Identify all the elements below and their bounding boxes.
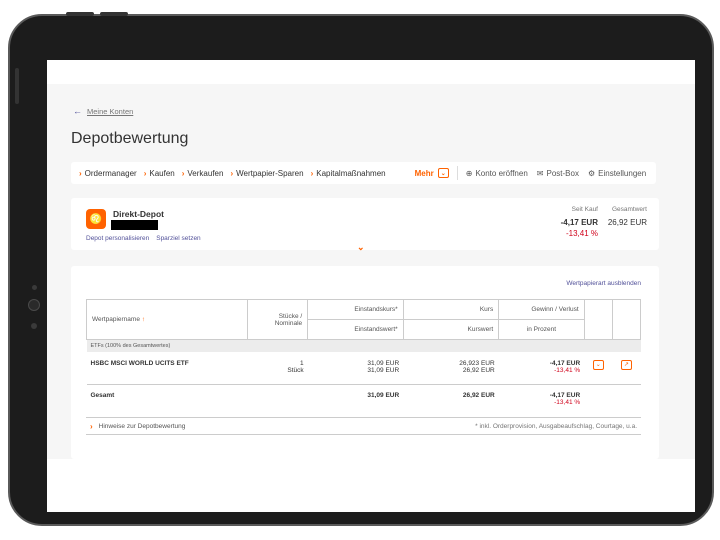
depot-links: Depot personalisieren Sparziel setzen	[86, 235, 201, 242]
qty-unit: Stück	[287, 366, 304, 374]
table-row[interactable]: HSBC MSCI WORLD UCITS ETF 1 Stück 31,09 …	[87, 352, 641, 385]
total-einstandswert: 31,09 EUR	[307, 384, 404, 419]
gesamtwert-value: 26,92 EUR	[607, 218, 647, 227]
nav-item-wertpapier-sparen[interactable]: › Wertpapier-Sparen	[230, 169, 303, 178]
screen: ← Meine Konten Depotbewertung › Orderman…	[47, 60, 695, 512]
chevron-down-icon: ⌄	[437, 168, 449, 178]
nav-item-kapitalmassnahmen[interactable]: › Kapitalmaßnahmen	[311, 169, 386, 178]
chevron-right-icon: ›	[310, 168, 314, 178]
back-link[interactable]: ← Meine Konten	[73, 106, 133, 116]
seit-kauf-value: -4,17 EUR	[560, 218, 598, 227]
chevron-right-icon: ›	[181, 168, 185, 178]
security-name[interactable]: HSBC MSCI WORLD UCITS ETF	[87, 352, 248, 385]
kurswert-value: 26,92 EUR	[462, 366, 495, 374]
depot-personalisieren-link[interactable]: Depot personalisieren	[86, 235, 149, 242]
plus-circle-icon: ⊕	[465, 168, 473, 178]
nav-item-kaufen[interactable]: › Kaufen	[144, 169, 175, 178]
chevron-right-icon: ›	[90, 421, 93, 431]
col-header-einstandswert: Einstandswert*	[307, 319, 404, 340]
total-kurswert: 26,92 EUR	[403, 384, 499, 419]
total-row: Gesamt 31,09 EUR 26,92 EUR -4,17 EUR -13…	[86, 384, 641, 419]
action-navbar: › Ordermanager › Kaufen › Verkaufen › We…	[71, 162, 656, 184]
wertpapierart-ausblenden-link[interactable]: Wertpapierart ausblenden	[566, 280, 641, 287]
redacted-account-number	[111, 220, 158, 230]
konto-eroeffnen-link[interactable]: ⊕ Konto eröffnen	[466, 169, 528, 178]
sensor-dot	[31, 323, 37, 329]
depot-summary-card: ♌ Direkt-Depot Depot personalisieren Spa…	[71, 198, 659, 253]
depot-name: Direkt-Depot	[113, 209, 165, 219]
col-header-einstandskurs: Einstandskurs*	[307, 299, 404, 320]
post-box-link[interactable]: ✉ Post-Box	[537, 169, 579, 178]
page-title: Depotbewertung	[71, 130, 189, 147]
seit-kauf-percent: -13,41 %	[565, 229, 598, 238]
chevron-right-icon: ›	[230, 168, 234, 178]
expand-chevron-icon[interactable]: ⌄	[357, 242, 365, 253]
side-button	[15, 68, 19, 104]
total-gv-percent: -13,41 %	[554, 399, 581, 406]
chevron-right-icon: ›	[143, 168, 147, 178]
total-label: Gesamt	[86, 384, 248, 419]
sort-arrow-up-icon: ↑	[141, 316, 145, 323]
arrow-left-icon: ←	[73, 106, 82, 116]
col-header-name[interactable]: Wertpapiername ↑	[86, 299, 248, 340]
group-label: ETFs (100% des Gesamtwertes)	[86, 339, 641, 352]
col-header-gewinn: Gewinn / Verlust	[498, 299, 585, 320]
camera-lens	[28, 299, 40, 311]
col-header-kurswert: Kurswert	[402, 319, 500, 340]
mehr-button[interactable]: Mehr ⌄	[415, 168, 449, 178]
footnote: * inkl. Orderprovision, Ausgabeaufschlag…	[475, 422, 637, 430]
einstellungen-link[interactable]: ⚙ Einstellungen	[588, 169, 646, 178]
ing-lion-logo: ♌	[86, 209, 106, 229]
col-header-action1	[583, 299, 613, 340]
gv-percent: -13,41 %	[554, 366, 581, 374]
gesamtwert-label: Gesamtwert	[611, 206, 647, 213]
qty-value: 1	[300, 359, 304, 367]
back-link-label: Meine Konten	[87, 106, 134, 116]
dropdown-chevron-icon[interactable]: ⌄	[592, 359, 604, 370]
sparziel-setzen-link[interactable]: Sparziel setzen	[156, 235, 200, 242]
col-header-prozent: in Prozent	[498, 319, 585, 340]
depot-table-card: Wertpapierart ausblenden Wertpapiername …	[71, 266, 659, 459]
mail-icon: ✉	[536, 168, 544, 178]
volume-button	[66, 12, 94, 16]
seit-kauf-label: Seit Kauf	[571, 206, 598, 213]
col-header-kurs: Kurs	[402, 299, 500, 320]
divider	[456, 166, 458, 180]
hinweise-link[interactable]: › Hinweise zur Depotbewertung	[90, 422, 185, 431]
nav-item-ordermanager[interactable]: › Ordermanager	[79, 169, 137, 178]
positions-table: Wertpapiername ↑ Stücke / Nominale Einst…	[86, 299, 642, 419]
gv-value: -4,17 EUR	[549, 359, 581, 367]
einstandskurs-value: 31,09 EUR	[367, 359, 400, 367]
sensor-dot	[32, 285, 37, 290]
group-row: ETFs (100% des Gesamtwertes)	[86, 339, 641, 352]
col-header-stuecke: Stücke / Nominale	[246, 299, 309, 340]
nav-item-verkaufen[interactable]: › Verkaufen	[182, 169, 224, 178]
gear-icon: ⚙	[587, 168, 596, 178]
volume-button	[100, 12, 128, 16]
table-footer: › Hinweise zur Depotbewertung * inkl. Or…	[86, 417, 641, 435]
kurs-value: 26,923 EUR	[459, 359, 495, 367]
chart-icon[interactable]: ↗	[620, 359, 632, 370]
col-header-action2	[611, 299, 642, 340]
page: ← Meine Konten Depotbewertung › Orderman…	[47, 84, 695, 459]
chevron-right-icon: ›	[79, 168, 82, 178]
total-gv-value: -4,17 EUR	[549, 392, 581, 399]
tablet-frame: ← Meine Konten Depotbewertung › Orderman…	[8, 14, 714, 526]
einstandswert-value: 31,09 EUR	[367, 366, 400, 374]
